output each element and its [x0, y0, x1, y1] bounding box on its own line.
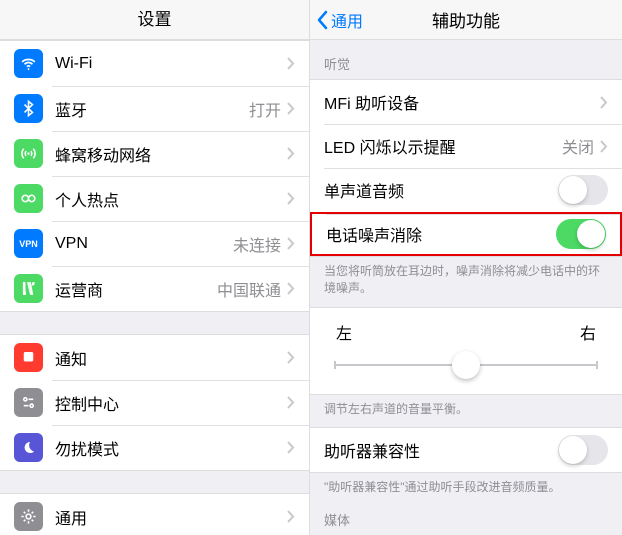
- hearingaid-toggle[interactable]: [558, 435, 608, 465]
- bluetooth-icon: [14, 94, 43, 123]
- row-label: 蓝牙: [55, 97, 249, 121]
- back-label: 通用: [331, 8, 363, 32]
- row-mfi[interactable]: MFi 助听设备: [310, 80, 622, 124]
- hearingaid-footer: "助听器兼容性"通过助听手段改进音频质量。: [310, 473, 622, 506]
- balance-slider[interactable]: [324, 350, 608, 380]
- notifications-icon: [14, 343, 43, 372]
- balance-right-label: 右: [580, 320, 596, 344]
- wifi-icon: [14, 49, 43, 78]
- hotspot-icon: [14, 184, 43, 213]
- slider-thumb[interactable]: [452, 351, 480, 379]
- settings-group-general: 通用 AA 显示与亮度 墙纸 声音与触感: [0, 493, 309, 535]
- chevron-right-icon: [287, 237, 295, 250]
- dnd-icon: [14, 433, 43, 462]
- chevron-right-icon: [287, 351, 295, 364]
- row-general[interactable]: 通用: [0, 494, 309, 535]
- chevron-right-icon: [287, 510, 295, 523]
- balance-footer: 调节左右声道的音量平衡。: [310, 395, 622, 428]
- chevron-right-icon: [600, 140, 608, 153]
- balance-group: 左 右: [310, 307, 622, 395]
- row-dnd[interactable]: 勿扰模式: [0, 425, 309, 470]
- row-wifi[interactable]: Wi-Fi: [0, 41, 309, 86]
- cellular-icon: [14, 139, 43, 168]
- row-noise-cancel[interactable]: 电话噪声消除: [310, 212, 622, 256]
- row-label: 勿扰模式: [55, 436, 287, 460]
- row-carrier[interactable]: 运营商 中国联通: [0, 266, 309, 311]
- row-label: 运营商: [55, 277, 217, 301]
- row-label: 助听器兼容性: [324, 438, 558, 462]
- row-label: LED 闪烁以示提醒: [324, 134, 562, 158]
- chevron-right-icon: [287, 102, 295, 115]
- chevron-right-icon: [287, 282, 295, 295]
- settings-group-notifications: 通知 控制中心 勿扰模式: [0, 334, 309, 471]
- row-label: 电话噪声消除: [326, 222, 556, 246]
- row-led[interactable]: LED 闪烁以示提醒 关闭: [310, 124, 622, 168]
- row-hearingaid[interactable]: 助听器兼容性: [310, 428, 622, 472]
- row-value: 中国联通: [217, 277, 281, 301]
- settings-group-network: Wi-Fi 蓝牙 打开 蜂窝移动网络 个人热点 VPN VPN 未连接: [0, 40, 309, 312]
- row-hotspot[interactable]: 个人热点: [0, 176, 309, 221]
- carrier-icon: [14, 274, 43, 303]
- row-label: 控制中心: [55, 391, 287, 415]
- chevron-right-icon: [287, 147, 295, 160]
- row-label: VPN: [55, 235, 233, 253]
- row-label: 个人热点: [55, 187, 287, 211]
- row-label: 通知: [55, 346, 287, 370]
- row-vpn[interactable]: VPN VPN 未连接: [0, 221, 309, 266]
- row-mono-audio[interactable]: 单声道音频: [310, 168, 622, 212]
- chevron-right-icon: [287, 192, 295, 205]
- row-notifications[interactable]: 通知: [0, 335, 309, 380]
- hearingaid-group: 助听器兼容性: [310, 427, 622, 473]
- row-value: 打开: [249, 97, 281, 121]
- row-label: 通用: [55, 505, 287, 529]
- chevron-right-icon: [600, 96, 608, 109]
- left-title: 设置: [0, 0, 309, 40]
- row-control-center[interactable]: 控制中心: [0, 380, 309, 425]
- balance-slider-wrap: 左 右: [310, 308, 622, 394]
- settings-left-panel: 设置 Wi-Fi 蓝牙 打开 蜂窝移动网络 个人热点 VPN VPN 未连: [0, 0, 310, 535]
- row-cellular[interactable]: 蜂窝移动网络: [0, 131, 309, 176]
- general-icon: [14, 502, 43, 531]
- noise-toggle[interactable]: [556, 219, 606, 249]
- row-value: 未连接: [233, 232, 281, 256]
- section-hearing: 听觉: [310, 40, 622, 79]
- balance-left-label: 左: [336, 320, 352, 344]
- section-media: 媒体: [310, 506, 622, 535]
- chevron-right-icon: [287, 57, 295, 70]
- right-header: 通用 辅助功能: [310, 0, 622, 40]
- row-label: MFi 助听设备: [324, 90, 600, 114]
- row-label: 蜂窝移动网络: [55, 142, 287, 166]
- control-center-icon: [14, 388, 43, 417]
- row-value: 关闭: [562, 134, 594, 158]
- noise-footer: 当您将听筒放在耳边时，噪声消除将减少电话中的环境噪声。: [310, 257, 622, 307]
- row-label: 单声道音频: [324, 178, 558, 202]
- row-bluetooth[interactable]: 蓝牙 打开: [0, 86, 309, 131]
- accessibility-right-panel: 通用 辅助功能 听觉 MFi 助听设备 LED 闪烁以示提醒 关闭 单声道音频 …: [310, 0, 622, 535]
- row-label: Wi-Fi: [55, 55, 281, 73]
- mono-toggle[interactable]: [558, 175, 608, 205]
- hearing-group: MFi 助听设备 LED 闪烁以示提醒 关闭 单声道音频 电话噪声消除: [310, 79, 622, 257]
- chevron-right-icon: [287, 396, 295, 409]
- back-button[interactable]: 通用: [310, 8, 363, 32]
- chevron-right-icon: [287, 441, 295, 454]
- vpn-icon: VPN: [14, 229, 43, 258]
